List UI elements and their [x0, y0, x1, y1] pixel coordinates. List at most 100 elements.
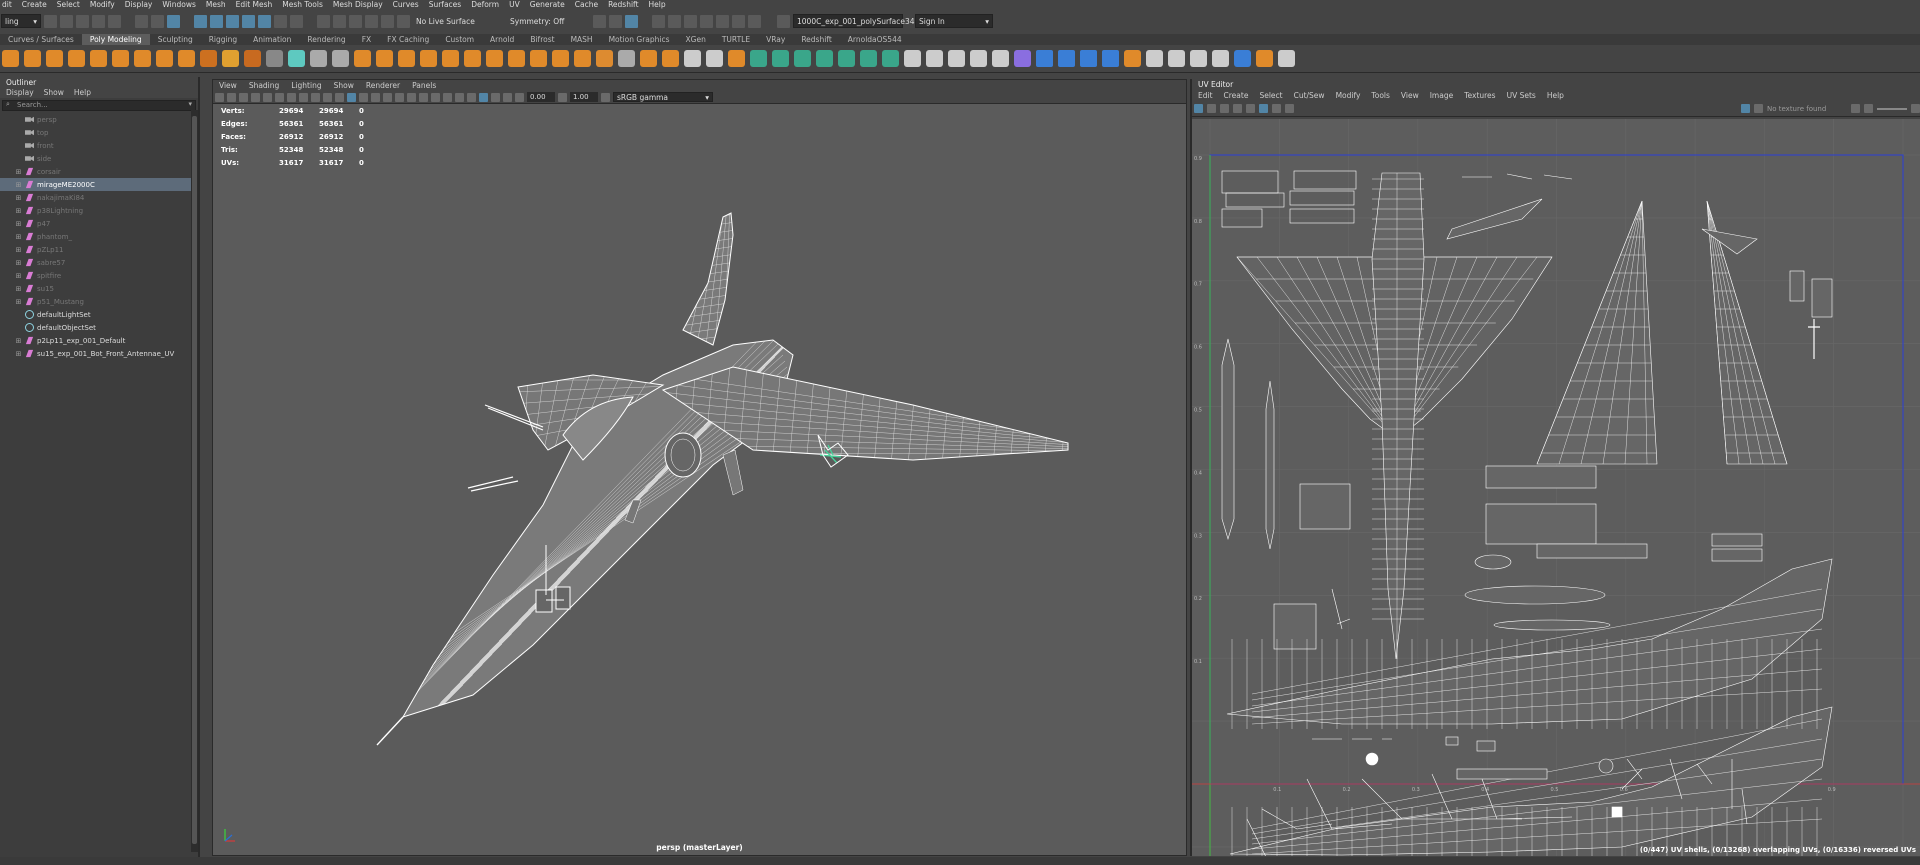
bookmark-icon[interactable]: [239, 92, 248, 102]
uv-canvas[interactable]: 0.9 0.8 0.7 0.6 0.5 0.4 0.3 0.2 0.1 0.1 0.2 0.3 0.4 0…: [1192, 119, 1920, 856]
expand-toggle[interactable]: ⊞: [14, 220, 23, 228]
expand-toggle[interactable]: ⊞: [14, 168, 23, 176]
outliner-item-pzlp11[interactable]: ⊞ pZLp11: [0, 243, 198, 256]
spherical-map-icon[interactable]: [816, 50, 833, 67]
viewport-menu-shading[interactable]: Shading: [249, 81, 279, 90]
bevel-icon[interactable]: [398, 50, 415, 67]
menu-redshift[interactable]: Redshift: [608, 0, 638, 9]
outliner-menu-help[interactable]: Help: [74, 88, 91, 97]
xray-icon[interactable]: [479, 92, 488, 102]
outliner-item-defaultobjectset[interactable]: defaultObjectSet: [0, 321, 198, 334]
type-icon[interactable]: [244, 50, 261, 67]
render-settings-icon[interactable]: [652, 14, 665, 28]
depth-of-field-icon[interactable]: [455, 92, 464, 102]
sphere-icon[interactable]: [2, 50, 19, 67]
checker-toggle-icon[interactable]: [1754, 104, 1763, 113]
magnet-live-icon[interactable]: [397, 14, 410, 28]
cylindrical-map-icon[interactable]: [794, 50, 811, 67]
gamma-icon[interactable]: [1864, 104, 1873, 113]
outliner-item-su15-exp-001-bot-front-antennae-uv[interactable]: ⊞ su15_exp_001_Bot_Front_Antennae_UV: [0, 347, 198, 360]
outliner-item-p47[interactable]: ⊞ p47: [0, 217, 198, 230]
menu-deform[interactable]: Deform: [471, 0, 499, 9]
color-manage-icon[interactable]: [601, 92, 610, 102]
exposure-field[interactable]: 0.00: [527, 92, 555, 102]
uv-menu-help[interactable]: Help: [1547, 91, 1564, 100]
combine-icon[interactable]: [288, 50, 305, 67]
shelf-tab-vray[interactable]: VRay: [758, 34, 793, 45]
ipr-render-icon[interactable]: [625, 14, 638, 28]
shelf-tab-fx[interactable]: FX: [354, 34, 379, 45]
image-plane-icon[interactable]: [251, 92, 260, 102]
shelf-tab-mash[interactable]: MASH: [563, 34, 601, 45]
uv-shaded-icon[interactable]: [1194, 104, 1203, 113]
offset-loop-icon[interactable]: [618, 50, 635, 67]
gamma-slider[interactable]: [1877, 107, 1907, 110]
exposure-icon[interactable]: [515, 92, 524, 102]
outliner-item-p2lp11-exp-001-default[interactable]: ⊞ p2Lp11_exp_001_Default: [0, 334, 198, 347]
expand-toggle[interactable]: ⊞: [14, 194, 23, 202]
torus-icon[interactable]: [90, 50, 107, 67]
uv-snapshot-icon[interactable]: [1285, 104, 1294, 113]
separate-icon[interactable]: [310, 50, 327, 67]
text-icon[interactable]: [200, 50, 217, 67]
settings-icon[interactable]: [1278, 50, 1295, 67]
select-object-icon[interactable]: [151, 14, 164, 28]
history-icon[interactable]: [317, 14, 330, 28]
outliner-item-phantom[interactable]: ⊞ phantom_: [0, 230, 198, 243]
shelf-tab-fx-caching[interactable]: FX Caching: [379, 34, 437, 45]
mesh-lock-icon[interactable]: [1124, 50, 1141, 67]
open-scene-icon[interactable]: [60, 14, 73, 28]
uv-menu-edit[interactable]: Edit: [1198, 91, 1213, 100]
uv-menu-modify[interactable]: Modify: [1336, 91, 1361, 100]
menu-create[interactable]: Create: [22, 0, 47, 9]
perspective-viewport[interactable]: View Shading Lighting Show Renderer Panels 0.…: [212, 79, 1187, 856]
uv-distortion-icon[interactable]: [1220, 104, 1229, 113]
unfold-icon[interactable]: [750, 50, 767, 67]
expand-toggle[interactable]: ⊞: [14, 207, 23, 215]
shelf-tab-rigging[interactable]: Rigging: [201, 34, 245, 45]
cylinder-icon[interactable]: [46, 50, 63, 67]
outliner-menu-display[interactable]: Display: [6, 88, 34, 97]
cf-icon[interactable]: [1036, 50, 1053, 67]
planar-map-icon[interactable]: [772, 50, 789, 67]
auto-map-icon[interactable]: [838, 50, 855, 67]
gamma-field[interactable]: 1.00: [570, 92, 598, 102]
straighten-icon[interactable]: [992, 50, 1009, 67]
resolution-gate-icon[interactable]: [287, 92, 296, 102]
cone-icon[interactable]: [68, 50, 85, 67]
use-lights-icon[interactable]: [395, 92, 404, 102]
smooth-shade-icon[interactable]: [359, 92, 368, 102]
expand-toggle[interactable]: ⊞: [14, 246, 23, 254]
outliner-item-defaultlightset[interactable]: defaultLightSet: [0, 308, 198, 321]
render-region-icon[interactable]: [609, 14, 622, 28]
save-scene-icon[interactable]: [76, 14, 89, 28]
uv-tile-icon[interactable]: [1246, 104, 1255, 113]
quad-draw-icon[interactable]: [640, 50, 657, 67]
menu-set-dropdown[interactable]: ling ▾: [1, 14, 41, 28]
viewport-menu-panels[interactable]: Panels: [412, 81, 436, 90]
uv-menu-uv-sets[interactable]: UV Sets: [1507, 91, 1536, 100]
live-surface-field[interactable]: No Live Surface: [413, 14, 477, 28]
menu-modify[interactable]: Modify: [90, 0, 115, 9]
expand-toggle[interactable]: ⊞: [14, 298, 23, 306]
object-name-field[interactable]: 1000C_exp_001_polySurface347: [793, 14, 919, 28]
outliner-menu-show[interactable]: Show: [44, 88, 64, 97]
viewport-menu-lighting[interactable]: Lighting: [291, 81, 321, 90]
extrude-icon[interactable]: [442, 50, 459, 67]
outliner-item-top[interactable]: top: [0, 126, 198, 139]
insert-loop-icon[interactable]: [596, 50, 613, 67]
snap-point-icon[interactable]: [226, 14, 239, 28]
wireframe-icon[interactable]: [347, 92, 356, 102]
platonic-icon[interactable]: [156, 50, 173, 67]
cpxtex-icon[interactable]: [1102, 50, 1119, 67]
grid-icon[interactable]: [263, 92, 272, 102]
outliner-item-p38lightning[interactable]: ⊞ p38Lightning: [0, 204, 198, 217]
snap-view-icon[interactable]: [242, 14, 255, 28]
menu-cache[interactable]: Cache: [575, 0, 598, 9]
paint-icon[interactable]: [1190, 50, 1207, 67]
uv-border-icon[interactable]: [1207, 104, 1216, 113]
bridge-icon[interactable]: [420, 50, 437, 67]
shelf-tab-redshift[interactable]: Redshift: [793, 34, 839, 45]
shelf-tab-xgen[interactable]: XGen: [678, 34, 714, 45]
rotate-icon[interactable]: [970, 50, 987, 67]
